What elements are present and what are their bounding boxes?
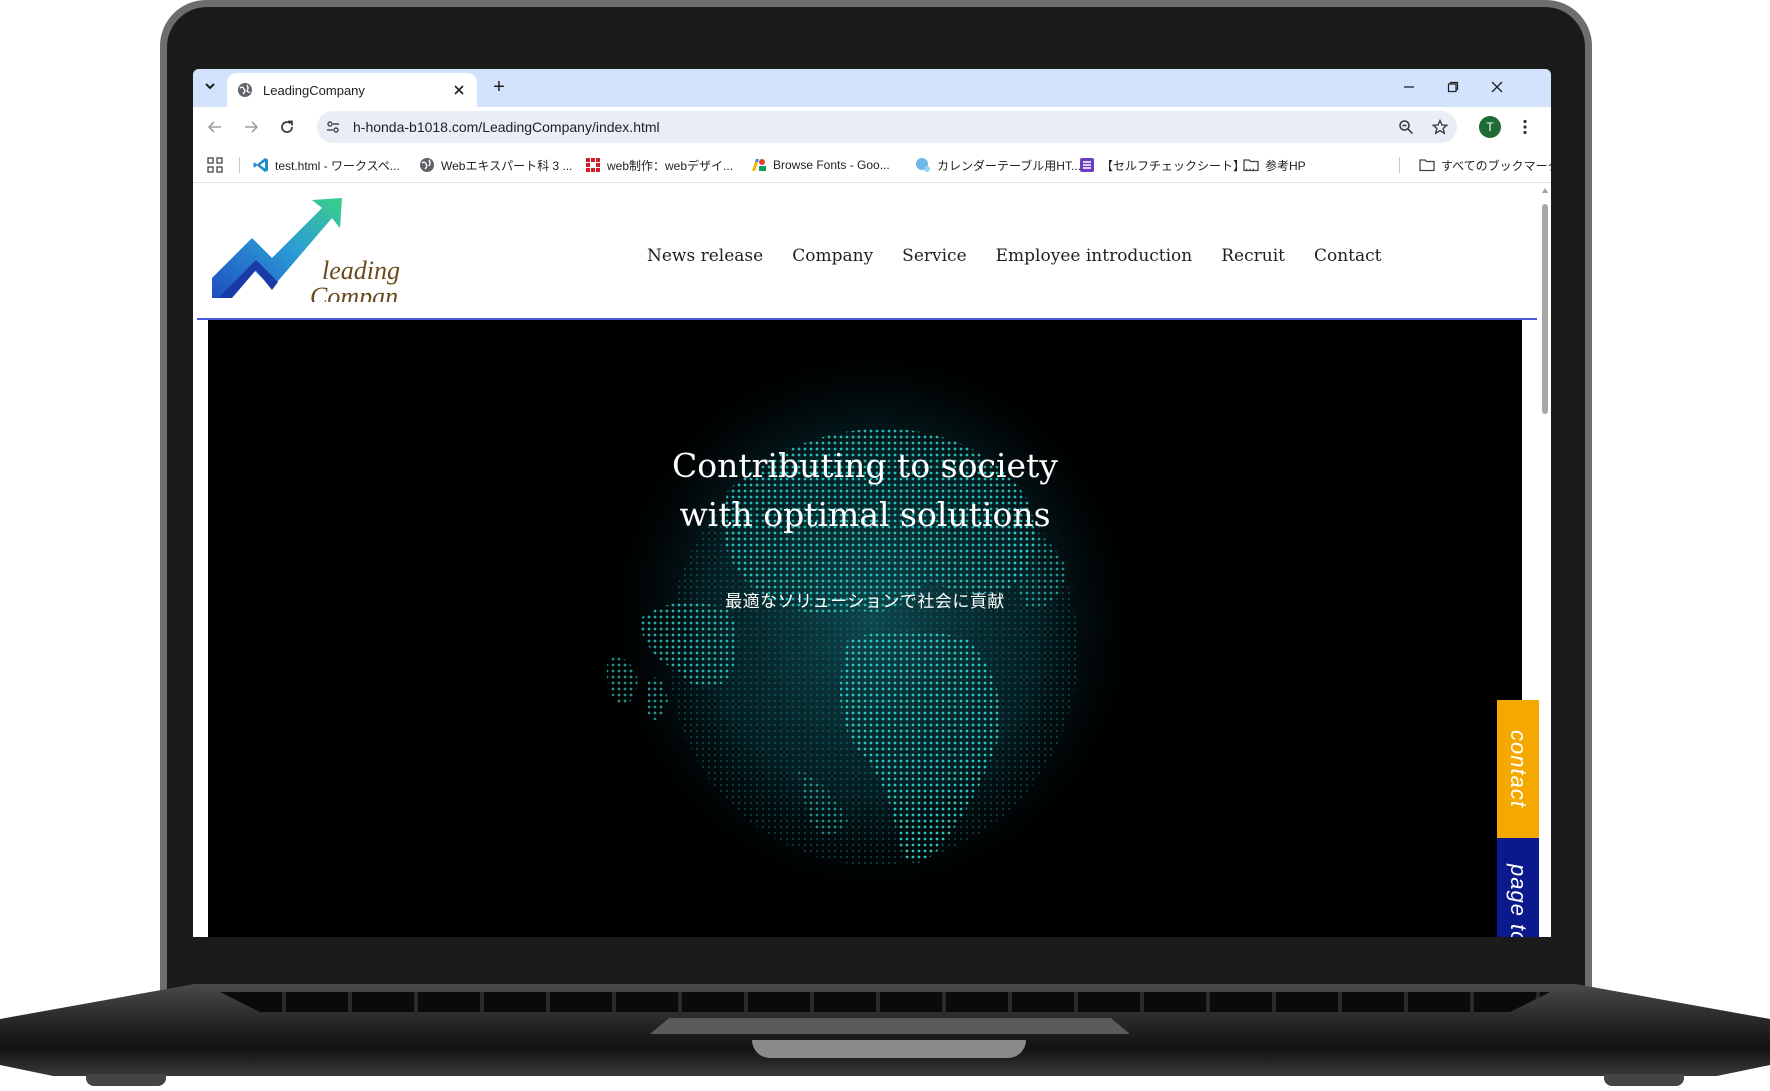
all-bookmarks-label: すべてのブックマーク: [1441, 158, 1551, 173]
bookmark-item[interactable]: Browse Fonts - Goo...: [751, 155, 890, 175]
bookmark-label: 【セルフチェックシート】...: [1101, 158, 1256, 173]
site-nav: News release Company Service Employee in…: [647, 246, 1382, 266]
scroll-up-arrow-icon[interactable]: [1542, 188, 1548, 193]
contact-side-button[interactable]: contact: [1497, 700, 1539, 838]
new-tab-button[interactable]: +: [487, 76, 511, 100]
bookmark-label: Browse Fonts - Goo...: [773, 158, 890, 172]
company-logo[interactable]: leading Compan: [212, 198, 407, 302]
forward-arrow-icon[interactable]: [239, 115, 263, 139]
hero-title-line1: Contributing to society: [672, 446, 1058, 485]
tab-leadingcompany[interactable]: LeadingCompany: [227, 73, 477, 107]
bookmark-item[interactable]: web制作：webデザイ...: [585, 155, 733, 175]
profile-avatar[interactable]: T: [1479, 116, 1501, 138]
browser-menu-icon[interactable]: [1513, 115, 1537, 139]
nav-contact[interactable]: Contact: [1314, 246, 1382, 266]
google-fonts-icon: [751, 157, 767, 173]
bubble-icon: [915, 157, 931, 173]
globe-background-image: [593, 360, 1153, 937]
nav-recruit[interactable]: Recruit: [1221, 246, 1285, 266]
minimize-icon[interactable]: [1389, 75, 1429, 99]
bookmarks-bar: test.html - ワークスペ... Webエキスパート科 3 ... we…: [193, 147, 1551, 183]
hero-title-line2: with optimal solutions: [679, 495, 1051, 534]
zoom-icon[interactable]: [1389, 119, 1423, 135]
bookmark-item[interactable]: test.html - ワークスペ...: [253, 155, 400, 175]
tab-search-chevron-icon[interactable]: [199, 75, 221, 97]
back-arrow-icon[interactable]: [203, 115, 227, 139]
site-header: leading Compan News release Company Serv…: [197, 184, 1537, 320]
page-viewport: leading Compan News release Company Serv…: [193, 184, 1551, 937]
hero-section: Contributing to society with optimal sol…: [208, 320, 1522, 937]
tab-title: LeadingCompany: [263, 82, 365, 98]
browser-window: LeadingCompany + h-honda-b1018.com/Leadi…: [193, 69, 1551, 937]
laptop-foot-left: [86, 1074, 166, 1086]
laptop-hinge: [650, 1018, 1130, 1034]
address-bar[interactable]: h-honda-b1018.com/LeadingCompany/index.h…: [317, 111, 1457, 143]
globe-icon: [237, 82, 253, 98]
bookmark-star-icon[interactable]: [1423, 119, 1457, 135]
window-close-icon[interactable]: [1477, 75, 1517, 99]
vscode-icon: [253, 157, 269, 173]
nav-news-release[interactable]: News release: [647, 246, 763, 266]
globe-icon: [419, 157, 435, 173]
contact-side-label: contact: [1506, 730, 1531, 808]
folder-icon: [1243, 157, 1259, 173]
url-text[interactable]: h-honda-b1018.com/LeadingCompany/index.h…: [353, 119, 1389, 135]
site-settings-icon[interactable]: [317, 119, 349, 135]
reload-icon[interactable]: [275, 115, 299, 139]
bookmarks-separator: [1399, 157, 1400, 173]
apps-grid-icon[interactable]: [207, 157, 223, 173]
bookmark-label: 参考HP: [1265, 158, 1306, 173]
bookmark-label: web制作：webデザイ...: [607, 158, 734, 173]
bookmark-label: Webエキスパート科 3 ...: [441, 158, 573, 173]
nav-employee-introduction[interactable]: Employee introduction: [996, 246, 1193, 266]
folder-icon: [1419, 157, 1435, 173]
nav-service[interactable]: Service: [902, 246, 966, 266]
page-top-label: page top: [1506, 864, 1531, 937]
bookmark-label: カレンダーテーブル用HT...: [937, 158, 1081, 173]
laptop-keyboard-edge: [220, 992, 1550, 1012]
logo-text-line2: Compan: [310, 282, 399, 302]
page-scrollbar[interactable]: [1539, 184, 1551, 937]
hero-subtitle: 最適なソリューションで社会に貢献: [725, 592, 1005, 612]
laptop-opening-lip: [752, 1040, 1026, 1058]
bookmark-item[interactable]: Webエキスパート科 3 ...: [419, 155, 572, 175]
bookmark-folder[interactable]: 参考HP: [1243, 155, 1306, 175]
list-purple-icon: [1079, 157, 1095, 173]
all-bookmarks-folder[interactable]: すべてのブックマーク: [1419, 155, 1551, 175]
tab-close-icon[interactable]: [451, 82, 467, 98]
bookmark-item[interactable]: カレンダーテーブル用HT...: [915, 155, 1081, 175]
bookmark-item[interactable]: 【セルフチェックシート】...: [1079, 155, 1255, 175]
bookmarks-separator: [239, 157, 240, 173]
scrollbar-thumb[interactable]: [1542, 204, 1548, 414]
restore-icon[interactable]: [1433, 75, 1473, 99]
grid-red-icon: [585, 157, 601, 173]
browser-toolbar: h-honda-b1018.com/LeadingCompany/index.h…: [193, 107, 1551, 147]
laptop-foot-right: [1604, 1074, 1684, 1086]
nav-company[interactable]: Company: [792, 246, 873, 266]
bookmark-label: test.html - ワークスペ...: [275, 158, 400, 173]
tab-strip: LeadingCompany +: [193, 69, 1551, 107]
page-top-button[interactable]: page top: [1497, 838, 1539, 937]
